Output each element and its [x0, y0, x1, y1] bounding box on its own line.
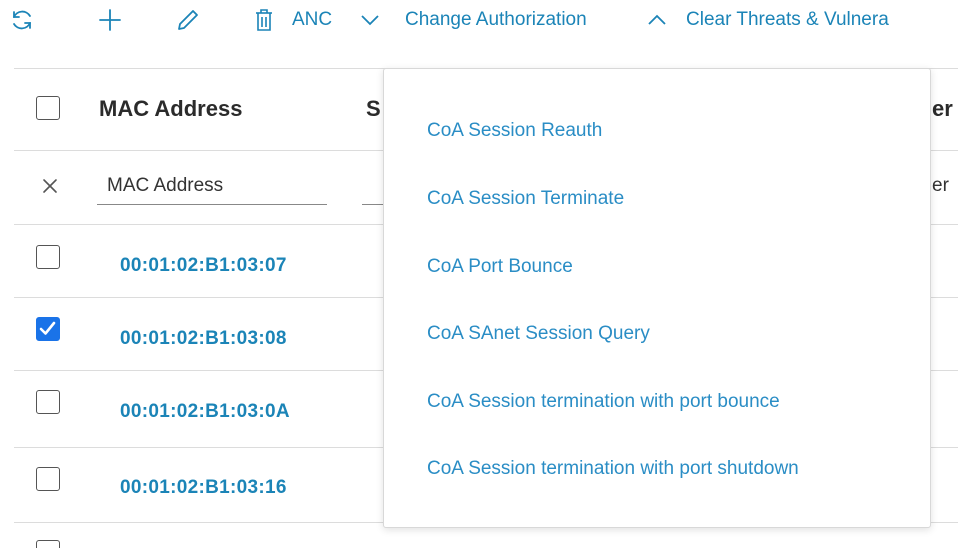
- mac-address-link[interactable]: 00:01:02:B1:03:16: [120, 477, 287, 499]
- column3-filter-input[interactable]: er: [932, 175, 949, 197]
- change-authorization-menu[interactable]: Change Authorization: [405, 9, 587, 31]
- row-checkbox[interactable]: [36, 245, 60, 269]
- mac-filter-underline: [97, 204, 327, 205]
- clear-threats-menu[interactable]: Clear Threats & Vulnera: [686, 9, 889, 31]
- trash-icon[interactable]: [250, 6, 278, 34]
- close-icon[interactable]: [42, 178, 58, 194]
- menu-item-coa-session-reauth[interactable]: CoA Session Reauth: [427, 120, 602, 142]
- menu-item-coa-termination-port-shutdown[interactable]: CoA Session termination with port shutdo…: [427, 458, 799, 480]
- pencil-icon[interactable]: [174, 6, 202, 34]
- menu-item-coa-termination-port-bounce[interactable]: CoA Session termination with port bounce: [427, 391, 780, 413]
- select-all-checkbox[interactable]: [36, 96, 60, 120]
- chevron-up-icon[interactable]: [646, 10, 668, 30]
- row-checkbox[interactable]: [36, 540, 60, 548]
- chevron-down-icon[interactable]: [359, 10, 381, 30]
- row-checkbox[interactable]: [36, 467, 60, 491]
- row-checkbox[interactable]: [36, 390, 60, 414]
- refresh-icon[interactable]: [8, 6, 36, 34]
- header-column-3: er: [932, 96, 953, 121]
- checkmark-icon: [39, 321, 56, 335]
- plus-icon[interactable]: [96, 6, 124, 34]
- header-mac-address: MAC Address: [99, 96, 243, 121]
- menu-item-coa-port-bounce[interactable]: CoA Port Bounce: [427, 256, 573, 278]
- anc-menu[interactable]: ANC: [292, 9, 332, 31]
- mac-address-link[interactable]: 00:01:02:B1:03:07: [120, 255, 287, 277]
- mac-address-link[interactable]: 00:01:02:B1:03:0A: [120, 401, 290, 423]
- menu-item-coa-sanet-session-query[interactable]: CoA SAnet Session Query: [427, 323, 650, 345]
- column2-filter-underline[interactable]: [362, 204, 384, 205]
- change-authorization-dropdown: CoA Session Reauth CoA Session Terminate…: [383, 68, 931, 528]
- menu-item-coa-session-terminate[interactable]: CoA Session Terminate: [427, 188, 624, 210]
- mac-address-filter-input[interactable]: MAC Address: [107, 175, 223, 197]
- row-checkbox[interactable]: [36, 317, 60, 341]
- header-column-2: S: [366, 96, 381, 121]
- mac-address-link[interactable]: 00:01:02:B1:03:08: [120, 328, 287, 350]
